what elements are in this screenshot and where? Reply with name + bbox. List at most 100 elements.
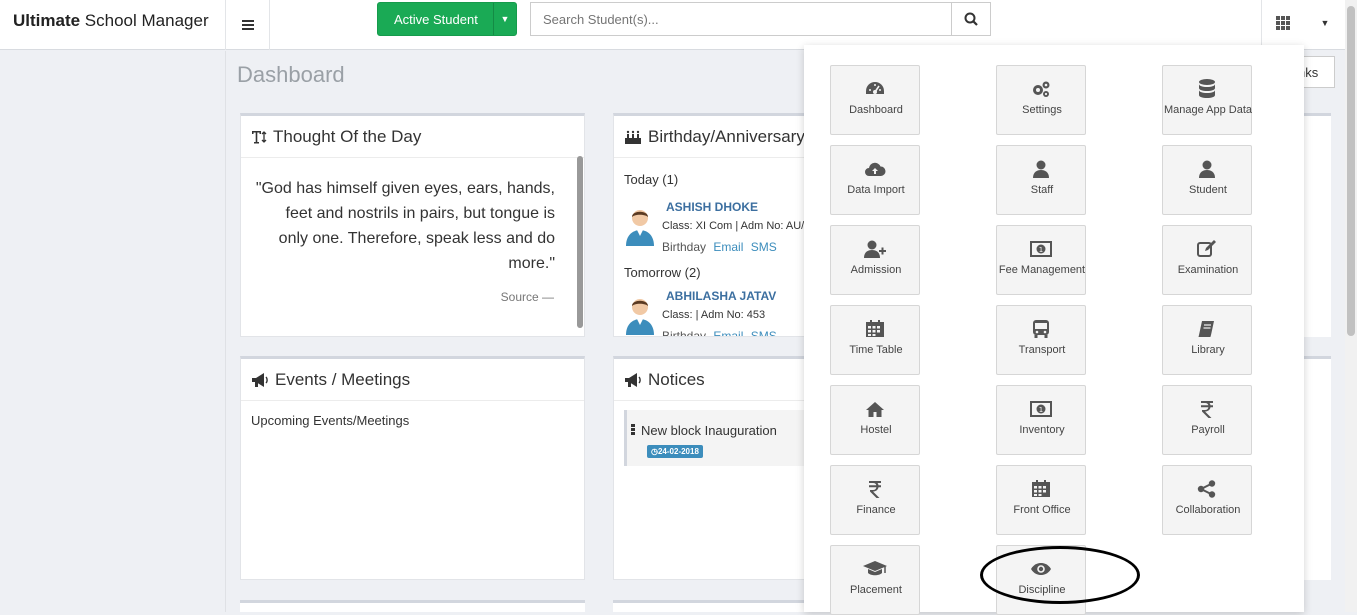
- app-tile-dashboard[interactable]: Dashboard: [830, 65, 920, 135]
- app-tile-admission[interactable]: Admission: [830, 225, 920, 295]
- book-icon: [1163, 318, 1251, 340]
- scrollbar-thumb[interactable]: [1347, 6, 1355, 336]
- sidebar: [0, 51, 226, 612]
- app-tile-label: Examination: [1177, 264, 1239, 276]
- app-tile-label: Settings: [1022, 104, 1062, 116]
- app-tile-staff[interactable]: Staff: [996, 145, 1086, 215]
- calendar-icon: [831, 318, 919, 340]
- events-panel: Events / Meetings Upcoming Events/Meetin…: [240, 356, 585, 580]
- search-button[interactable]: [951, 2, 991, 36]
- app-tile-finance[interactable]: Finance: [830, 465, 920, 535]
- email-link[interactable]: Email: [713, 240, 743, 254]
- app-tile-data-import[interactable]: Data Import: [830, 145, 920, 215]
- cloud-upload-icon: [831, 158, 919, 180]
- right-panel-top: [1304, 113, 1331, 337]
- hamburger-icon: [241, 20, 254, 30]
- ellipsis-vertical-icon: [631, 424, 635, 435]
- eye-icon: [997, 558, 1085, 580]
- menu-toggle-button[interactable]: [226, 0, 270, 50]
- app-tile-collaboration[interactable]: Collaboration: [1162, 465, 1252, 535]
- svg-text:1: 1: [1039, 406, 1043, 414]
- app-tile-front-office[interactable]: Front Office: [996, 465, 1086, 535]
- app-tile-payroll[interactable]: Payroll: [1162, 385, 1252, 455]
- app-tile-label: Library: [1191, 344, 1225, 356]
- quote-text: "God has himself given eyes, ears, hands…: [255, 180, 555, 272]
- panel-scrollbar-thumb[interactable]: [577, 156, 583, 328]
- app-tile-placement[interactable]: Placement: [830, 545, 920, 615]
- apps-grid-button[interactable]: [1261, 0, 1304, 45]
- apps-dropdown-menu: Dashboard Settings Manage App Data Data Imp…: [804, 45, 1304, 615]
- text-height-icon: [252, 130, 267, 143]
- tomorrow-label: Tomorrow (2): [624, 265, 701, 280]
- upcoming-events-label: Upcoming Events/Meetings: [251, 413, 410, 428]
- active-student-label: Active Student: [394, 12, 478, 27]
- birthday-person: ASHISH DHOKE Class: XI Com | Adm No: AU/…: [624, 200, 812, 260]
- bullhorn-icon: [625, 372, 641, 387]
- panel-header: Birthday/Anniversary: [614, 116, 812, 158]
- app-tile-label: Payroll: [1191, 424, 1225, 436]
- rupee-icon: [831, 478, 919, 500]
- app-tile-label: Time Table: [849, 344, 903, 356]
- sms-link[interactable]: SMS: [751, 329, 777, 336]
- app-tile-label: Staff: [1030, 184, 1054, 196]
- edit-icon: [1163, 238, 1251, 260]
- today-label: Today (1): [624, 172, 679, 187]
- bottom-panel-left: [240, 600, 585, 612]
- calendar-icon: [997, 478, 1085, 500]
- caret-down-icon[interactable]: ▼: [493, 3, 516, 35]
- person-class: Class: XI Com | Adm No: AU/: [662, 220, 805, 232]
- app-tile-label: Placement: [850, 584, 902, 596]
- app-tile-hostel[interactable]: Hostel: [830, 385, 920, 455]
- money-icon: 1: [997, 238, 1085, 260]
- app-tile-transport[interactable]: Transport: [996, 305, 1086, 375]
- user-menu-caret-icon[interactable]: ▼: [1305, 0, 1345, 45]
- app-tile-library[interactable]: Library: [1162, 305, 1252, 375]
- panel-header: Events / Meetings: [241, 359, 584, 401]
- app-tile-time-table[interactable]: Time Table: [830, 305, 920, 375]
- app-tile-examination[interactable]: Examination: [1162, 225, 1252, 295]
- app-tile-settings[interactable]: Settings: [996, 65, 1086, 135]
- share-icon: [1163, 478, 1251, 500]
- app-tile-manage-app-data[interactable]: Manage App Data: [1162, 65, 1252, 135]
- brand-rest: School Manager: [80, 11, 209, 30]
- app-tile-inventory[interactable]: 1 Inventory: [996, 385, 1086, 455]
- notice-title: New block Inauguration: [641, 423, 777, 438]
- user-plus-icon: [831, 238, 919, 260]
- graduation-cap-icon: [831, 558, 919, 580]
- sms-link[interactable]: SMS: [751, 240, 777, 254]
- birthday-cake-icon: [625, 130, 641, 144]
- gears-icon: [997, 78, 1085, 100]
- app-tile-label: Admission: [850, 264, 902, 276]
- app-tile-student[interactable]: Student: [1162, 145, 1252, 215]
- search-student-input[interactable]: [530, 2, 952, 36]
- grid-icon: [1276, 15, 1290, 30]
- notice-item[interactable]: New block Inauguration ◷24-02-2018: [624, 410, 807, 466]
- top-navbar: Ultimate School Manager Active Student ▼…: [0, 0, 1357, 50]
- avatar: [626, 210, 654, 246]
- search-icon: [964, 12, 978, 26]
- notice-date: 24-02-2018: [657, 447, 699, 456]
- rupee-icon: [1163, 398, 1251, 420]
- email-link[interactable]: Email: [713, 329, 743, 336]
- bottom-panel-middle: [613, 600, 804, 612]
- app-tile-fee-management[interactable]: 1 Fee Management: [996, 225, 1086, 295]
- app-tile-label: Inventory: [1019, 424, 1065, 436]
- app-tile-label: Fee Management: [998, 264, 1086, 276]
- thought-of-day-panel: Thought Of the Day "God has himself give…: [240, 113, 585, 337]
- dashboard-icon: [831, 78, 919, 100]
- person-name[interactable]: ASHISH DHOKE: [666, 200, 758, 214]
- app-tile-discipline[interactable]: Discipline: [996, 545, 1086, 615]
- panel-header: Thought Of the Day: [241, 116, 584, 158]
- page-title: Dashboard: [237, 62, 345, 87]
- panel-scrollbar[interactable]: [577, 156, 583, 328]
- money-icon: 1: [997, 398, 1085, 420]
- brand-logo[interactable]: Ultimate School Manager: [0, 0, 226, 50]
- user-icon: [997, 158, 1085, 180]
- notices-panel: Notices New block Inauguration ◷24-02-20…: [613, 356, 813, 580]
- quote-source: Source —: [500, 290, 554, 304]
- page-scrollbar[interactable]: [1345, 0, 1357, 612]
- person-name[interactable]: ABHILASHA JATAV: [666, 289, 776, 303]
- app-tile-label: Data Import: [847, 184, 905, 196]
- app-tile-label: Finance: [856, 504, 896, 516]
- active-student-button[interactable]: Active Student ▼: [377, 2, 517, 36]
